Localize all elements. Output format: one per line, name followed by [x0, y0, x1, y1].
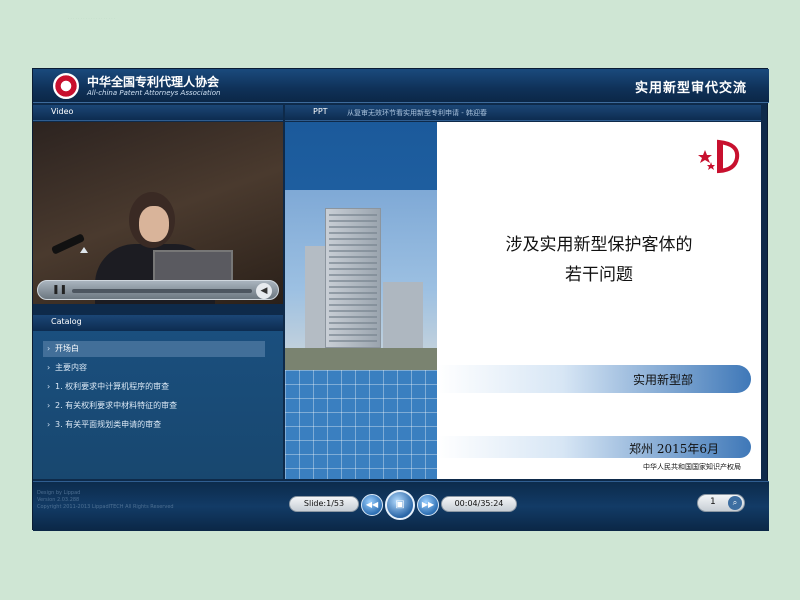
chevron-right-icon: › [47, 363, 51, 372]
org-name-en: All-china Patent Attorneys Association [87, 89, 221, 97]
slide-title-line: 涉及实用新型保护客体的 [505, 235, 693, 255]
sipo-logo-icon [698, 139, 740, 174]
chevron-right-icon: › [47, 382, 51, 391]
presenter-face [139, 206, 169, 242]
video-controls: ❚❚ ◀ [37, 280, 279, 300]
page-input[interactable]: 1 [710, 497, 716, 507]
credit-line: Design by Lippad [37, 490, 81, 496]
time-display: 00:04/35:24 [441, 496, 517, 512]
video-label: Video [51, 107, 74, 116]
top-faint-text: · · · · · · · · · · · · · · · · · · · [68, 16, 116, 21]
catalog-item-label: 主要内容 [55, 363, 87, 372]
dept-ribbon [437, 365, 751, 393]
previous-slide-button[interactable]: ◀◀ [361, 494, 383, 516]
dept-name: 实用新型部 [633, 373, 694, 387]
header-title: 实用新型审代交流 [634, 81, 747, 96]
building-windows [329, 214, 377, 344]
association-logo-icon [53, 73, 79, 99]
player-frame: 中华全国专利代理人协会 All-china Patent Attorneys A… [32, 68, 769, 531]
credits: Design by Lippad Version 2.03.288 Copyri… [37, 490, 174, 511]
catalog-panel-header: Catalog [33, 315, 283, 331]
catalog-item-label: 开场白 [55, 344, 79, 353]
agency-name: 中华人民共和国国家知识产权局 [643, 463, 741, 471]
chevron-right-icon: › [47, 420, 51, 429]
credit-line: Copyright 2011-2013 LippadITECH All Righ… [37, 504, 174, 510]
seek-knob[interactable] [80, 247, 88, 253]
video-panel-header: Video [33, 105, 283, 121]
slide-content: 涉及实用新型保护客体的 若干问题 实用新型部 郑州 2015年6月 中华人民共和… [437, 122, 761, 479]
search-icon[interactable]: ⌕ [728, 496, 742, 510]
ppt-label: PPT [313, 107, 328, 116]
location-date: 郑州 2015年6月 [629, 442, 719, 456]
video-seek-bar[interactable] [72, 289, 252, 293]
ppt-panel-header: PPT 从复审无效环节看实用新型专利申请 - 韩迎春 [285, 105, 761, 121]
slide-title: 涉及实用新型保护客体的 若干问题 [437, 230, 761, 290]
catalog-item[interactable]: › 1. 权利要求中计算机程序的审查 [43, 379, 265, 395]
volume-icon[interactable]: ◀ [256, 283, 272, 299]
ground [285, 348, 437, 370]
grid-decoration [285, 370, 437, 479]
org-name-cn: 中华全国专利代理人协会 [87, 75, 220, 89]
catalog-list: › 开场白 › 主要内容 › 1. 权利要求中计算机程序的审查 › 2. 有关权利要求中… [33, 331, 283, 479]
next-slide-button[interactable]: ▶▶ [417, 494, 439, 516]
catalog-item[interactable]: › 2. 有关权利要求中材料特征的审查 [43, 398, 265, 414]
catalog-item-label: 3. 有关平面规划类申请的审查 [55, 420, 162, 429]
slide-title-line: 若干问题 [565, 265, 633, 285]
building-shape [383, 282, 423, 348]
building-photo [285, 190, 437, 370]
catalog-label: Catalog [51, 317, 82, 326]
catalog-item[interactable]: › 主要内容 [43, 360, 265, 376]
credit-line: Version 2.03.288 [37, 497, 80, 503]
chevron-right-icon: › [47, 401, 51, 410]
catalog-item-label: 2. 有关权利要求中材料特征的审查 [55, 401, 178, 410]
header-bar: 中华全国专利代理人协会 All-china Patent Attorneys A… [33, 69, 769, 103]
player-controls: Design by Lippad Version 2.03.288 Copyri… [33, 481, 769, 531]
slide-counter: Slide:1/53 [289, 496, 359, 512]
pause-icon[interactable]: ❚❚ [52, 285, 67, 295]
chevron-right-icon: › [47, 344, 51, 353]
catalog-item[interactable]: › 开场白 [43, 341, 265, 357]
slide-left-panel [285, 122, 437, 479]
slide-view-icon[interactable]: ▣ [385, 490, 415, 520]
ppt-subtitle: 从复审无效环节看实用新型专利申请 - 韩迎春 [347, 109, 487, 117]
catalog-item[interactable]: › 3. 有关平面规划类申请的审查 [43, 417, 265, 433]
video-area[interactable]: ❚❚ ◀ [33, 122, 283, 304]
page-jump[interactable]: 1 ⌕ [697, 494, 745, 512]
catalog-item-label: 1. 权利要求中计算机程序的审查 [55, 382, 170, 391]
